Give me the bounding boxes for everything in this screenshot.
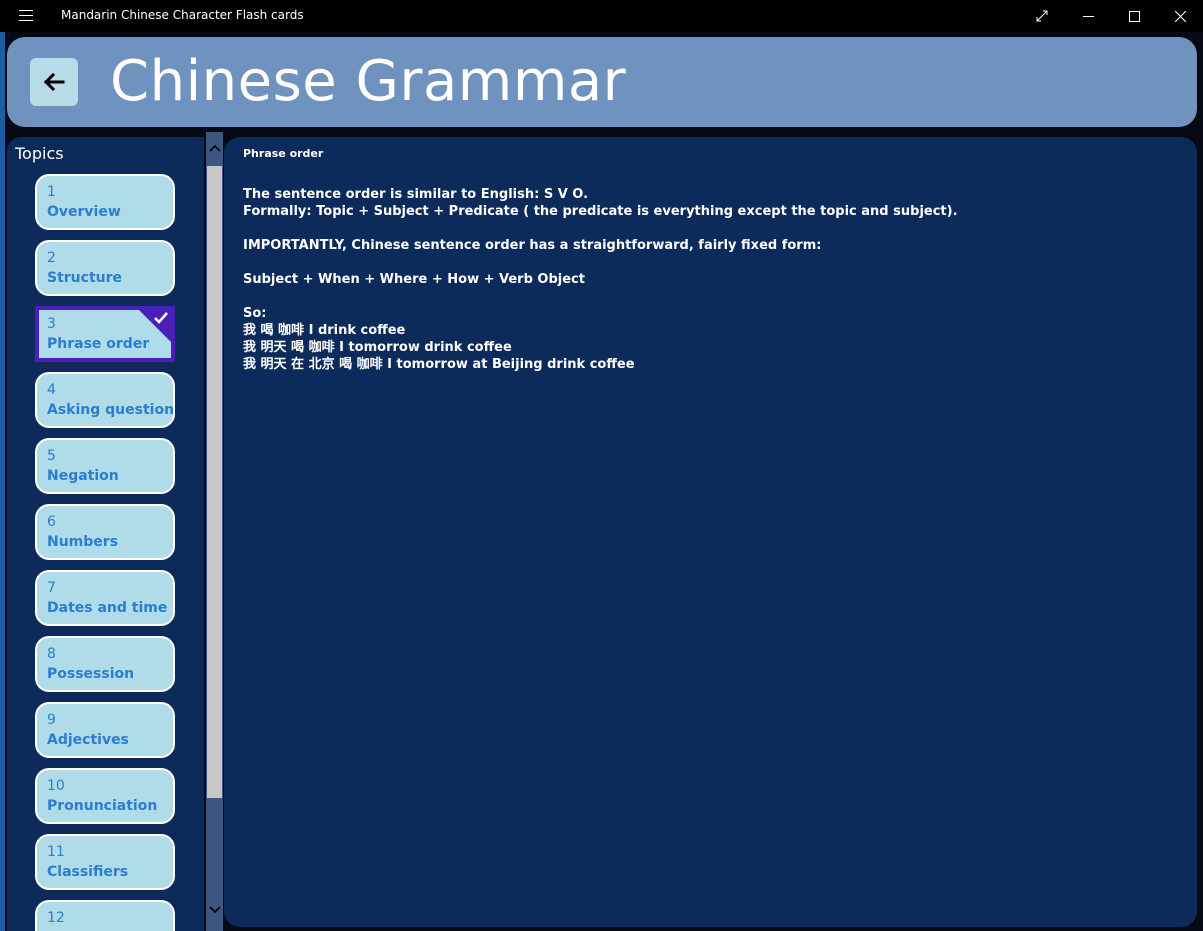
scroll-thumb[interactable] [207, 166, 222, 798]
topic-number: 5 [47, 448, 56, 464]
content-line [243, 220, 1173, 237]
content-line: The sentence order is similar to English… [243, 187, 589, 202]
topic-label: Overview [47, 204, 121, 220]
topic-label: Dates and time [47, 600, 168, 616]
topic-item-structure[interactable]: 2 Structure [35, 240, 175, 296]
content-line: 我 明天 在 北京 喝 咖啡 I tomorrow at Beijing dri… [243, 357, 635, 372]
topic-number: 3 [47, 316, 56, 332]
topics-sidebar: Topics 1 Overview 2 Structure 3 Phrase o… [7, 137, 204, 931]
app-title: Mandarin Chinese Character Flash cards [61, 8, 304, 22]
topic-label: Adjectives [47, 732, 129, 748]
content-line: Formally: Topic + Subject + Predicate ( … [243, 204, 958, 219]
topic-item-numbers[interactable]: 6 Numbers [35, 504, 175, 560]
scroll-down-arrow[interactable] [206, 894, 223, 926]
topic-number: 4 [47, 382, 56, 398]
arrow-left-icon [43, 73, 65, 91]
topic-item-classifiers[interactable]: 11 Classifiers [35, 834, 175, 890]
chevron-up-icon [208, 144, 221, 152]
topic-number: 7 [47, 580, 56, 596]
close-icon[interactable] [1157, 0, 1203, 32]
content-line: So: [243, 306, 267, 321]
checkmark-icon [154, 312, 168, 324]
topic-item-phrase-order[interactable]: 3 Phrase order [35, 306, 175, 362]
topic-label: Possession [47, 666, 135, 682]
minimize-icon[interactable] [1065, 0, 1111, 32]
topics-heading: Topics [15, 144, 64, 163]
topic-item-pronunciation[interactable]: 10 Pronunciation [35, 768, 175, 824]
topic-item-possession[interactable]: 8 Possession [35, 636, 175, 692]
page-header: Chinese Grammar [7, 37, 1197, 127]
content-body: The sentence order is similar to English… [243, 186, 1173, 373]
topic-item-adjectives[interactable]: 9 Adjectives [35, 702, 175, 758]
topic-list: 1 Overview 2 Structure 3 Phrase order 4 … [35, 174, 175, 931]
topic-label: Phrase order [47, 336, 150, 352]
content-line [243, 254, 1173, 271]
topic-number: 11 [47, 844, 65, 860]
chevron-down-icon [208, 906, 221, 914]
maximize-icon[interactable] [1111, 0, 1157, 32]
topic-number: 9 [47, 712, 56, 728]
topic-item-dates-and-time[interactable]: 7 Dates and time [35, 570, 175, 626]
app-window: Mandarin Chinese Character Flash cards C… [0, 0, 1203, 931]
topic-number: 12 [47, 910, 65, 926]
topic-item-12[interactable]: 12 [35, 900, 175, 931]
content-line [243, 288, 1173, 305]
topic-number: 10 [47, 778, 65, 794]
topic-item-asking-questions[interactable]: 4 Asking questions [35, 372, 175, 428]
sidebar-scrollbar[interactable] [206, 132, 223, 931]
content-title: Phrase order [243, 147, 324, 160]
content-line: Subject + When + Where + How + Verb Obje… [243, 272, 585, 287]
topic-number: 8 [47, 646, 56, 662]
page-title: Chinese Grammar [110, 49, 627, 114]
title-bar: Mandarin Chinese Character Flash cards [0, 0, 1203, 32]
topic-item-negation[interactable]: 5 Negation [35, 438, 175, 494]
topic-label: Asking questions [47, 402, 175, 418]
back-button[interactable] [30, 58, 78, 106]
content-line: 我 明天 喝 咖啡 I tomorrow drink coffee [243, 340, 512, 355]
topic-label: Classifiers [47, 864, 129, 880]
topic-number: 2 [47, 250, 56, 266]
topic-label: Pronunciation [47, 798, 158, 814]
content-line: 我 喝 咖啡 I drink coffee [243, 323, 406, 338]
content-panel: Phrase order The sentence order is simil… [224, 137, 1197, 927]
fullscreen-icon[interactable] [1019, 0, 1065, 32]
topic-number: 1 [47, 184, 56, 200]
topic-item-overview[interactable]: 1 Overview [35, 174, 175, 230]
scroll-up-arrow[interactable] [206, 132, 223, 164]
topic-label: Structure [47, 270, 123, 286]
topic-number: 6 [47, 514, 56, 530]
content-line: IMPORTANTLY, Chinese sentence order has … [243, 238, 822, 253]
topic-label: Numbers [47, 534, 119, 550]
topic-label: Negation [47, 468, 119, 484]
hamburger-icon[interactable] [19, 10, 33, 21]
